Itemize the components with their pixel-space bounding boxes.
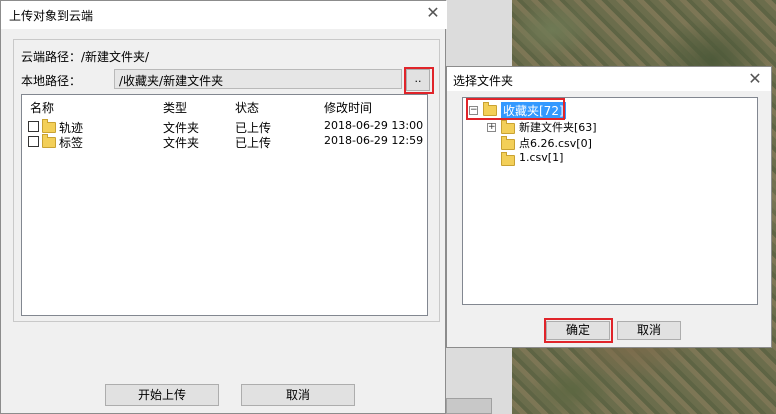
column-header-name[interactable]: 名称 [30, 99, 54, 116]
select-folder-title: 选择文件夹 [453, 74, 514, 88]
tree-item[interactable]: 1.csv[1] [519, 151, 563, 164]
background-button [446, 398, 492, 414]
cancel-button[interactable]: 取消 [241, 384, 355, 406]
folder-tree[interactable]: − 收藏夹[72] + 新建文件夹[63] 点6.26.csv[0] 1.csv… [462, 97, 758, 305]
row-checkbox[interactable] [28, 121, 39, 132]
local-path-field[interactable]: /收藏夹/新建文件夹 [114, 69, 402, 89]
folder-icon [501, 152, 515, 166]
upload-dialog-title: 上传对象到云端 [9, 9, 94, 23]
folder-icon [42, 134, 56, 148]
folder-icon [501, 136, 515, 150]
file-list[interactable]: 名称 类型 状态 修改时间 轨迹 文件夹 已上传 2018-06-29 13:0… [21, 94, 428, 316]
row-name: 标签 [59, 136, 84, 150]
table-row[interactable]: 轨迹 文件夹 已上传 2018-06-29 13:00 [22, 119, 427, 135]
upload-dialog-titlebar: 上传对象到云端 ✕ [1, 1, 447, 29]
start-upload-button[interactable]: 开始上传 [105, 384, 219, 406]
row-status: 已上传 [235, 136, 272, 150]
close-icon[interactable]: ✕ [747, 71, 763, 87]
row-modified: 2018-06-29 13:00 [324, 119, 424, 132]
tree-item[interactable]: 新建文件夹[63] [519, 119, 597, 135]
row-modified: 2018-06-29 12:59 [324, 134, 424, 147]
select-folder-titlebar: 选择文件夹 ✕ [447, 67, 771, 91]
ok-highlight [544, 318, 613, 343]
cloud-path-label: 云端路径：/新建文件夹/ [21, 50, 150, 64]
folder-icon [42, 119, 56, 133]
browse-highlight [404, 67, 434, 94]
local-path-label: 本地路径： [21, 74, 82, 88]
column-header-type[interactable]: 类型 [163, 99, 187, 116]
column-header-modified[interactable]: 修改时间 [324, 99, 372, 116]
upload-dialog: 上传对象到云端 ✕ 云端路径：/新建文件夹/ 本地路径： /收藏夹/新建文件夹 … [0, 0, 447, 414]
table-row[interactable]: 标签 文件夹 已上传 2018-06-29 12:59 [22, 134, 427, 150]
select-folder-dialog: 选择文件夹 ✕ − 收藏夹[72] + 新建文件夹[63] 点6.26.csv[… [446, 66, 772, 348]
root-highlight [466, 98, 565, 120]
row-checkbox[interactable] [28, 136, 39, 147]
folder-cancel-button[interactable]: 取消 [617, 321, 681, 340]
row-type: 文件夹 [163, 136, 200, 150]
folder-icon [501, 120, 515, 134]
column-header-status[interactable]: 状态 [235, 99, 259, 116]
tree-item[interactable]: 点6.26.csv[0] [519, 135, 592, 151]
close-icon[interactable]: ✕ [425, 5, 441, 21]
expand-icon[interactable]: + [487, 123, 496, 132]
